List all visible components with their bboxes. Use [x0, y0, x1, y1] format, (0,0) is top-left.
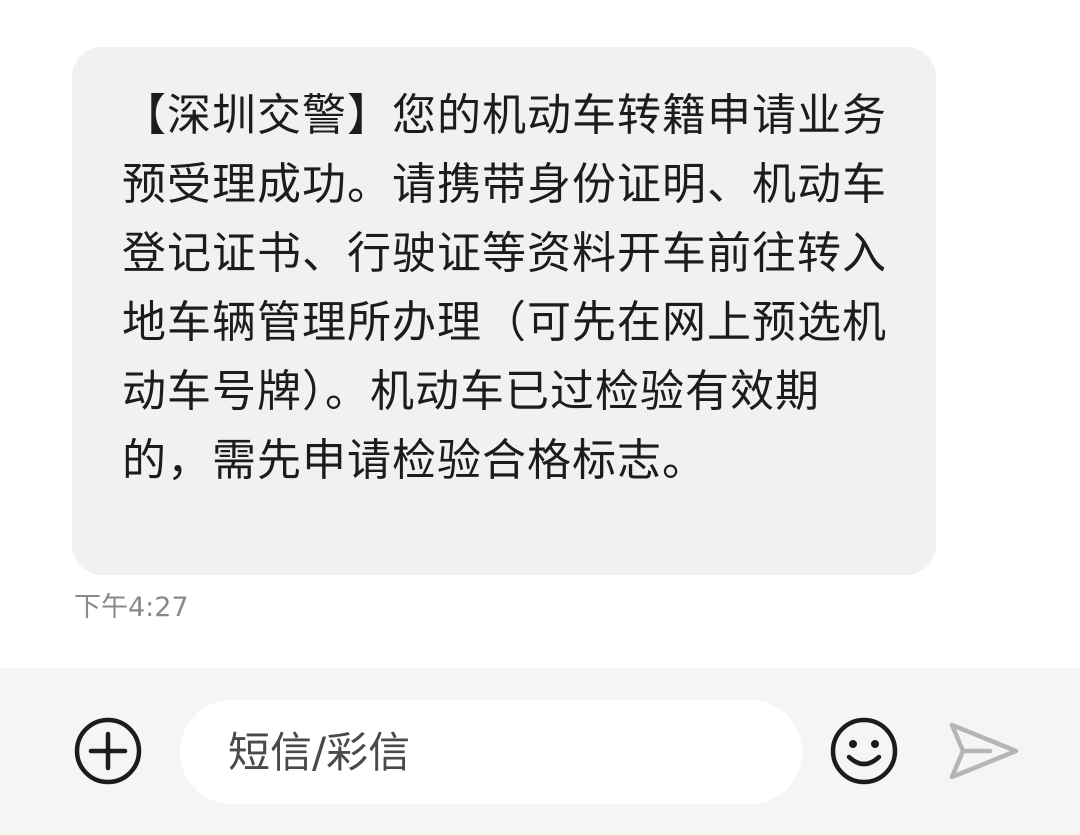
message-input[interactable] [228, 727, 768, 777]
emoji-button[interactable] [828, 715, 900, 787]
message-timestamp: 下午4:27 [74, 592, 189, 623]
plus-circle-icon [74, 717, 142, 785]
message-text: 【深圳交警】您的机动车转籍申请业务预受理成功。请携带身份证明、机动车登记证书、行… [122, 90, 887, 486]
smiley-icon [830, 717, 898, 785]
message-bubble[interactable]: 【深圳交警】您的机动车转籍申请业务预受理成功。请携带身份证明、机动车登记证书、行… [72, 47, 936, 575]
send-arrow-icon [949, 722, 1019, 780]
send-button[interactable] [946, 719, 1022, 783]
message-input-container[interactable] [180, 700, 802, 804]
message-thread: 【深圳交警】您的机动车转籍申请业务预受理成功。请携带身份证明、机动车登记证书、行… [0, 0, 1080, 668]
add-attachment-button[interactable] [72, 715, 144, 787]
